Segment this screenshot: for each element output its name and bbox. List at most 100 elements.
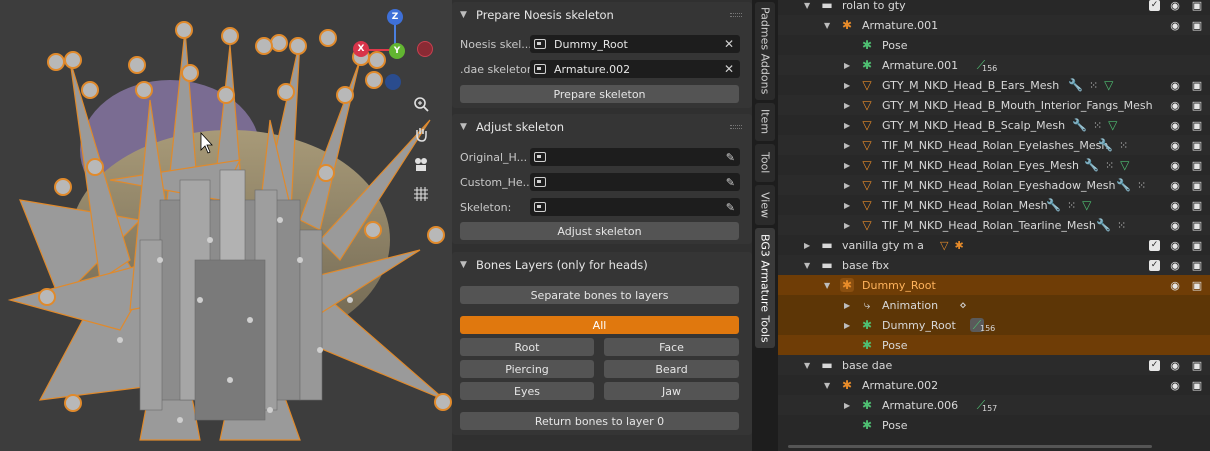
outliner-row-mesh[interactable]: ▶ ▽ TIF_M_NKD_Head_Rolan_Tearline_Mesh 🔧… — [778, 215, 1210, 235]
eyedropper-icon[interactable]: ✎ — [726, 176, 735, 189]
outliner-row-armature[interactable]: ▼ ✱ Armature.001 ◉ ▣ — [778, 15, 1210, 35]
eye-icon[interactable]: ◉ — [1168, 99, 1182, 112]
camera-render-icon[interactable]: ▣ — [1190, 359, 1204, 372]
camera-render-icon[interactable]: ▣ — [1190, 119, 1204, 132]
dae-skeleton-field[interactable]: Armature.002 ✕ — [530, 60, 740, 78]
eye-icon[interactable]: ◉ — [1168, 239, 1182, 252]
skeleton-field[interactable]: ✎ — [530, 198, 740, 216]
camera-render-icon[interactable]: ▣ — [1190, 199, 1204, 212]
separate-bones-button[interactable]: Separate bones to layers — [460, 286, 739, 304]
outliner-row-armature-data[interactable]: ▶ ✱ Dummy_Root ⟋ 156 — [778, 315, 1210, 335]
camera-render-icon[interactable]: ▣ — [1190, 159, 1204, 172]
chevron-right-icon[interactable]: ▶ — [844, 201, 850, 210]
outliner-row-collection[interactable]: ▼ ▬ base dae ✓ ◉ ▣ — [778, 355, 1210, 375]
outliner-row-pose[interactable]: ✱ Pose — [778, 335, 1210, 355]
camera-render-icon[interactable]: ▣ — [1190, 79, 1204, 92]
tab-bg3-armature-tools[interactable]: BG3 Armature Tools — [755, 228, 775, 348]
chevron-right-icon[interactable]: ▶ — [844, 401, 850, 410]
custom-head-field[interactable]: ✎ — [530, 173, 740, 191]
eye-icon[interactable]: ◉ — [1168, 0, 1182, 12]
tab-view[interactable]: View — [755, 185, 775, 225]
outliner-row-mesh[interactable]: ▶ ▽ GTY_M_NKD_Head_B_Mouth_Interior_Fang… — [778, 95, 1210, 115]
outliner-row-collection[interactable]: ▼ ▬ base fbx ✓ ◉ ▣ — [778, 255, 1210, 275]
chevron-right-icon[interactable]: ▶ — [844, 61, 850, 70]
horizontal-scrollbar[interactable] — [788, 445, 1152, 448]
eyedropper-icon[interactable]: ✎ — [726, 151, 735, 164]
eye-icon[interactable]: ◉ — [1168, 259, 1182, 272]
chevron-right-icon[interactable]: ▶ — [844, 141, 850, 150]
prepare-noesis-header[interactable]: ▼ Prepare Noesis skeleton — [452, 2, 752, 28]
tab-padmes-addons[interactable]: Padmes Addons — [755, 2, 775, 100]
outliner[interactable]: ▼ ▬ rolan to gty ✓ ◉ ▣ ▼ ✱ Armature.001 ◉ ▣… — [778, 0, 1210, 451]
eye-icon[interactable]: ◉ — [1168, 359, 1182, 372]
noesis-skeleton-field[interactable]: Dummy_Root ✕ — [530, 35, 740, 53]
checkbox-icon[interactable]: ✓ — [1149, 0, 1160, 11]
camera-render-icon[interactable]: ▣ — [1190, 19, 1204, 32]
tab-tool[interactable]: Tool — [755, 144, 775, 182]
eye-icon[interactable]: ◉ — [1168, 219, 1182, 232]
layer-piercing-button[interactable]: Piercing — [460, 360, 594, 378]
checkbox-icon[interactable]: ✓ — [1149, 359, 1160, 371]
adjust-skeleton-button[interactable]: Adjust skeleton — [460, 222, 739, 240]
outliner-row-armature-selected[interactable]: ▼ ✱ Dummy_Root ◉ ▣ — [778, 275, 1210, 295]
chevron-down-icon[interactable]: ▼ — [824, 21, 830, 30]
camera-render-icon[interactable]: ▣ — [1190, 179, 1204, 192]
drag-grip-icon[interactable] — [730, 125, 742, 129]
chevron-right-icon[interactable]: ▶ — [844, 121, 850, 130]
camera-render-icon[interactable]: ▣ — [1190, 219, 1204, 232]
eye-icon[interactable]: ◉ — [1168, 379, 1182, 392]
outliner-row-collection[interactable]: ▼ ▬ rolan to gty ✓ ◉ ▣ — [778, 0, 1210, 15]
eye-icon[interactable]: ◉ — [1168, 119, 1182, 132]
camera-icon[interactable] — [408, 151, 434, 177]
adjust-skeleton-header[interactable]: ▼ Adjust skeleton — [452, 114, 752, 140]
outliner-row-armature-data[interactable]: ▶ ✱ Armature.001 ⟋ 156 — [778, 55, 1210, 75]
gizmo-neg-z-axis[interactable] — [385, 74, 401, 90]
eye-icon[interactable]: ◉ — [1168, 199, 1182, 212]
layer-face-button[interactable]: Face — [604, 338, 739, 356]
outliner-row-mesh[interactable]: ▶ ▽ TIF_M_NKD_Head_Rolan_Eyes_Mesh 🔧 ⁙ ▽ ◉… — [778, 155, 1210, 175]
drag-grip-icon[interactable] — [730, 13, 742, 17]
eye-icon[interactable]: ◉ — [1168, 159, 1182, 172]
original-head-field[interactable]: ✎ — [530, 148, 740, 166]
eye-icon[interactable]: ◉ — [1168, 279, 1182, 292]
gizmo-y-axis[interactable]: Y — [389, 43, 405, 59]
outliner-row-pose[interactable]: ✱ Pose — [778, 415, 1210, 435]
checkbox-icon[interactable]: ✓ — [1149, 239, 1160, 251]
camera-render-icon[interactable]: ▣ — [1190, 279, 1204, 292]
chevron-down-icon[interactable]: ▼ — [824, 381, 830, 390]
eye-icon[interactable]: ◉ — [1168, 179, 1182, 192]
camera-render-icon[interactable]: ▣ — [1190, 239, 1204, 252]
tab-item[interactable]: Item — [755, 103, 775, 141]
camera-render-icon[interactable]: ▣ — [1190, 139, 1204, 152]
eye-icon[interactable]: ◉ — [1168, 139, 1182, 152]
grid-ortho-icon[interactable] — [408, 181, 434, 207]
chevron-right-icon[interactable]: ▶ — [844, 321, 850, 330]
zoom-icon[interactable] — [408, 91, 434, 117]
chevron-down-icon[interactable]: ▼ — [804, 261, 810, 270]
eye-icon[interactable]: ◉ — [1168, 19, 1182, 32]
eye-icon[interactable]: ◉ — [1168, 79, 1182, 92]
outliner-row-collection[interactable]: ▶ ▬ vanilla gty m a ▽ ✱ ✓ ◉ ▣ — [778, 235, 1210, 255]
outliner-row-armature[interactable]: ▼ ✱ Armature.002 ◉ ▣ — [778, 375, 1210, 395]
layer-root-button[interactable]: Root — [460, 338, 594, 356]
outliner-row-pose[interactable]: ✱ Pose — [778, 35, 1210, 55]
chevron-right-icon[interactable]: ▶ — [804, 241, 810, 250]
prepare-skeleton-button[interactable]: Prepare skeleton — [460, 85, 739, 103]
layer-jaw-button[interactable]: Jaw — [604, 382, 739, 400]
gizmo-x-axis[interactable]: X — [353, 41, 369, 57]
camera-render-icon[interactable]: ▣ — [1190, 259, 1204, 272]
outliner-row-mesh[interactable]: ▶ ▽ TIF_M_NKD_Head_Rolan_Eyelashes_Mesh … — [778, 135, 1210, 155]
outliner-row-animation[interactable]: ▶ ⤷ Animation ⋄ — [778, 295, 1210, 315]
chevron-right-icon[interactable]: ▶ — [844, 161, 850, 170]
chevron-down-icon[interactable]: ▼ — [804, 361, 810, 370]
hand-pan-icon[interactable] — [408, 121, 434, 147]
3d-viewport[interactable]: Z X Y — [0, 0, 452, 451]
checkbox-icon[interactable]: ✓ — [1149, 259, 1160, 271]
outliner-row-mesh[interactable]: ▶ ▽ GTY_M_NKD_Head_B_Scalp_Mesh 🔧 ⁙ ▽ ◉ ▣ — [778, 115, 1210, 135]
camera-render-icon[interactable]: ▣ — [1190, 99, 1204, 112]
chevron-right-icon[interactable]: ▶ — [844, 301, 850, 310]
layer-eyes-button[interactable]: Eyes — [460, 382, 594, 400]
clear-icon[interactable]: ✕ — [724, 62, 734, 76]
gizmo-neg-x-axis[interactable] — [417, 41, 433, 57]
chevron-down-icon[interactable]: ▼ — [824, 281, 830, 290]
